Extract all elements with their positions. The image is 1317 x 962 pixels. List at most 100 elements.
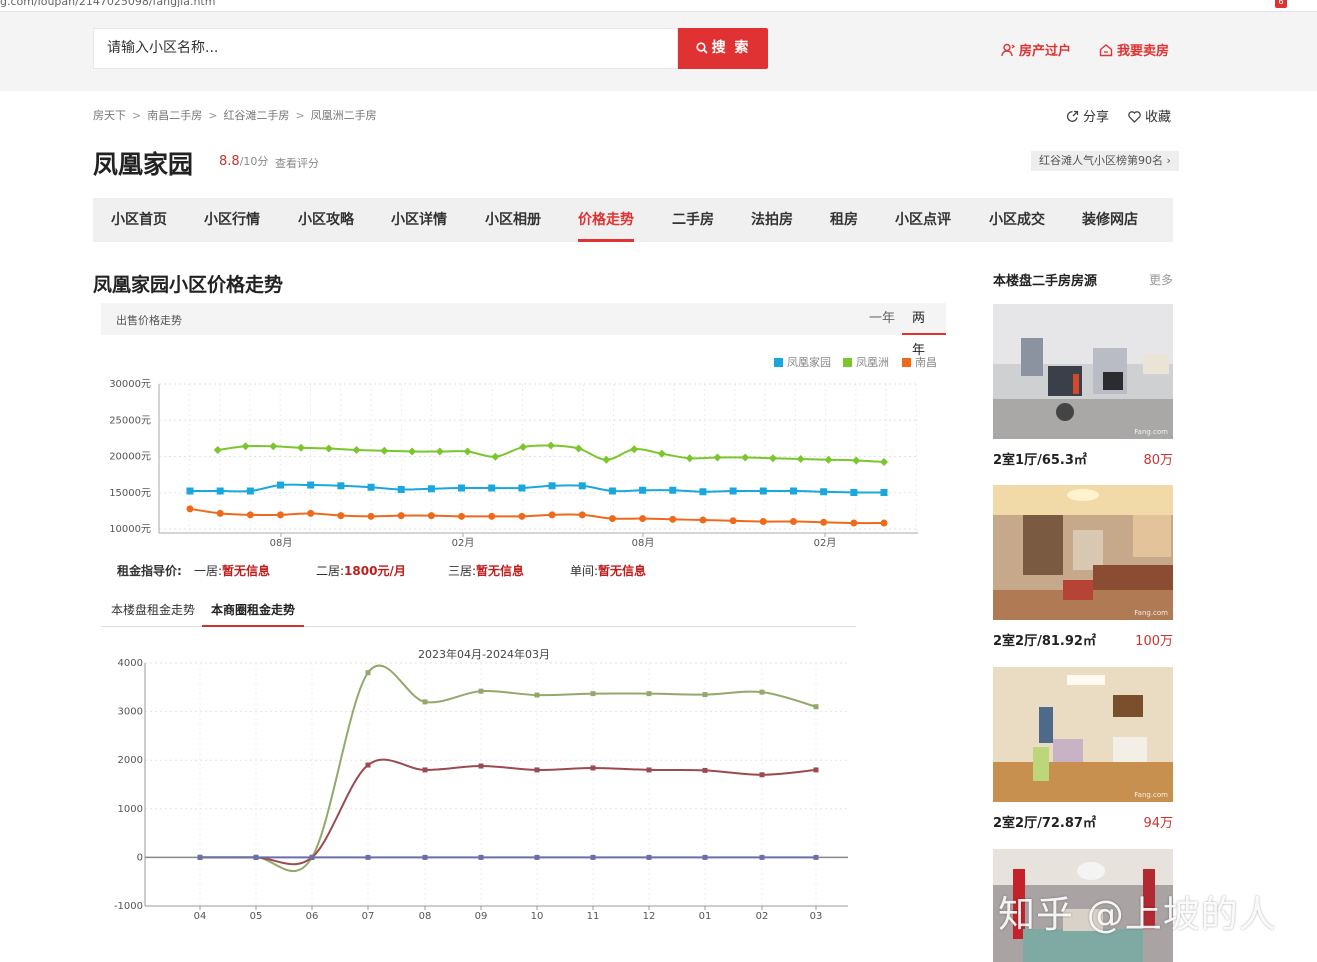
data-point (702, 854, 708, 860)
legend-item[interactable]: 凤凰家园 (774, 354, 831, 370)
x-tick-label: 02 (756, 911, 769, 922)
rent-trend-chart: 4000 3000 2000 1000 0 -1000 04 05 06 07 08 09 10 11 12… (114, 658, 848, 922)
y-tick-label: 3000 (118, 707, 143, 718)
data-point (646, 854, 652, 860)
data-point (186, 505, 194, 513)
legend-label: 凤凰洲 (856, 356, 889, 369)
data-point (852, 456, 861, 465)
listing-card[interactable]: Fang.com 2室1厅/65.3㎡ 80万 (993, 304, 1173, 468)
data-point (380, 446, 389, 455)
data-point (574, 444, 583, 453)
listing-price: 94万 (1143, 816, 1173, 831)
data-point (519, 443, 528, 452)
nav-item-price-trend[interactable]: 价格走势 (578, 198, 634, 242)
data-point (309, 854, 315, 860)
view-score-link[interactable]: 查看评分 (275, 155, 319, 171)
data-point (850, 519, 858, 527)
listing-price: 100万 (1135, 634, 1173, 649)
range-tab-one-year[interactable]: 一年 (859, 303, 905, 335)
breadcrumb-item[interactable]: 红谷滩二手房 (223, 109, 289, 122)
listing-photo[interactable]: Fang.com (993, 304, 1173, 439)
breadcrumb-item[interactable]: 凤凰洲二手房 (311, 109, 377, 122)
rent-guide-item: 一居:暂无信息 (194, 562, 270, 579)
rank-badge[interactable]: 红谷滩人气小区榜第90名 › (1031, 151, 1179, 171)
nav-item[interactable]: 小区详情 (391, 198, 447, 242)
zhihu-watermark: 知乎 @上坡的人 (998, 893, 1277, 936)
listing-desc[interactable]: 2室2厅/72.87㎡ (993, 812, 1096, 831)
section-title: 凤凰家园小区价格走势 (93, 274, 284, 296)
data-point (646, 691, 652, 697)
breadcrumb-separator: > (295, 109, 305, 122)
data-point (789, 518, 797, 526)
listing-card[interactable]: Fang.com 2室2厅/72.87㎡ 94万 (993, 667, 1173, 831)
share-button[interactable]: 分享 (1066, 106, 1109, 125)
breadcrumb-item[interactable]: 南昌二手房 (147, 109, 202, 122)
sell-link-label: 我要卖房 (1117, 44, 1170, 59)
legend-item[interactable]: 南昌 (902, 354, 937, 370)
range-tab-two-years[interactable]: 两年 (902, 303, 946, 358)
data-point (458, 512, 466, 520)
sidebar-more-link[interactable]: 更多 (1149, 271, 1173, 288)
listing-desc[interactable]: 2室1厅/65.3㎡ (993, 449, 1087, 468)
data-point (759, 689, 765, 695)
data-point (813, 854, 819, 860)
listing-card[interactable]: Fang.com 2室2厅/81.92㎡ 100万 (993, 485, 1173, 649)
data-point (534, 692, 540, 698)
data-point (309, 854, 315, 860)
data-point (548, 482, 556, 490)
nav-item[interactable]: 小区成交 (989, 198, 1045, 242)
nav-item[interactable]: 小区行情 (204, 198, 260, 242)
data-point (367, 483, 375, 491)
nav-item[interactable]: 小区首页 (111, 198, 167, 242)
listing-desc[interactable]: 2室2厅/81.92㎡ (993, 630, 1096, 649)
rent-guide-label: 单间: (570, 564, 599, 578)
sell-link[interactable]: 我要卖房 (1099, 40, 1169, 59)
nav-item[interactable]: 装修网店 (1082, 198, 1138, 242)
browser-url[interactable]: g.com/loupan/2147025098/fangjia.htm (0, 0, 215, 8)
search-input[interactable]: 请输入小区名称... (93, 28, 678, 69)
nav-item[interactable]: 租房 (830, 198, 858, 242)
data-point (422, 767, 428, 773)
nav-item[interactable]: 二手房 (672, 198, 714, 242)
data-point (789, 487, 797, 495)
transfer-link[interactable]: 房产过户 (1001, 40, 1071, 59)
nav-item[interactable]: 法拍房 (751, 198, 793, 242)
nav-item[interactable]: 小区攻略 (298, 198, 354, 242)
data-point (741, 453, 750, 462)
data-point (590, 765, 596, 771)
rent-guide-value: 1800元/月 (344, 564, 406, 578)
search-button[interactable]: 搜 索 (678, 28, 768, 69)
nav-item[interactable]: 小区点评 (895, 198, 951, 242)
data-point (197, 854, 203, 860)
extension-badge-icon[interactable]: 6 (1275, 0, 1287, 8)
x-tick-label: 08月 (632, 537, 655, 549)
data-point (307, 481, 315, 489)
data-point (365, 670, 371, 676)
legend-item[interactable]: 凤凰洲 (843, 354, 889, 370)
x-tick-label: 09 (475, 911, 488, 922)
search-button-label: 搜 索 (711, 40, 751, 56)
listing-photo[interactable]: Fang.com (993, 667, 1173, 802)
data-point (813, 767, 819, 773)
data-point (646, 767, 652, 773)
breadcrumb-item[interactable]: 房天下 (93, 109, 126, 122)
nav-item[interactable]: 小区相册 (485, 198, 541, 242)
favorite-button[interactable]: 收藏 (1128, 106, 1171, 125)
data-point (422, 699, 428, 705)
data-point (463, 447, 472, 456)
series-line (199, 664, 817, 872)
score-max: /10分 (239, 155, 269, 168)
data-point (277, 511, 285, 519)
tab-estate-rent-trend[interactable]: 本楼盘租金走势 (111, 598, 195, 627)
listing-photo[interactable]: Fang.com (993, 485, 1173, 620)
data-point (352, 446, 361, 455)
data-point (546, 441, 555, 450)
tab-area-rent-trend[interactable]: 本商圈租金走势 (202, 598, 305, 627)
data-point (850, 488, 858, 496)
data-point (478, 688, 484, 694)
data-point (534, 767, 540, 773)
data-point (422, 854, 428, 860)
data-point (578, 482, 586, 490)
rent-guide-item: 二居:1800元/月 (316, 562, 406, 579)
y-tick-label: 0 (137, 852, 143, 863)
